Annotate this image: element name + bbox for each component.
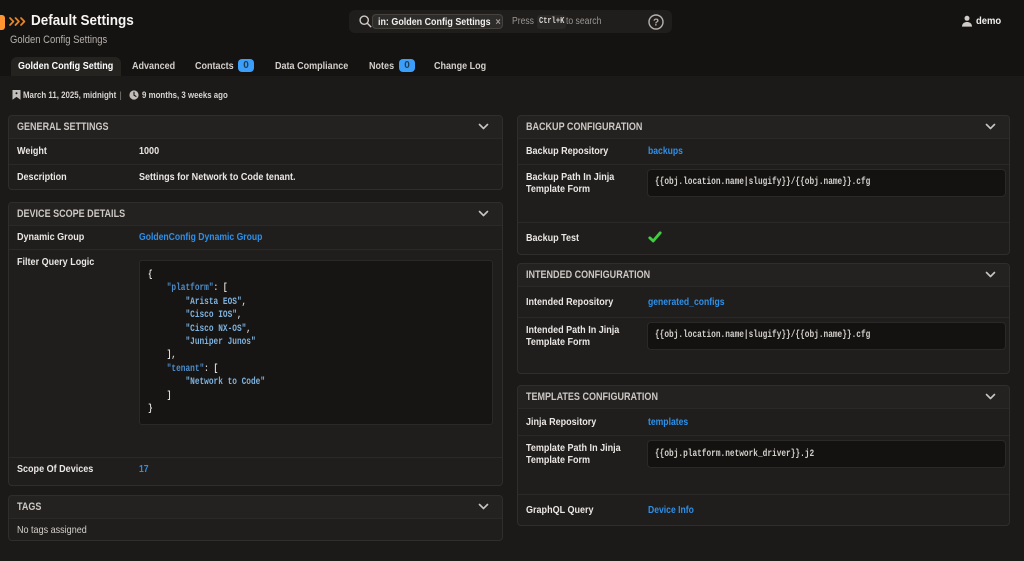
- svg-text:?: ?: [653, 17, 659, 28]
